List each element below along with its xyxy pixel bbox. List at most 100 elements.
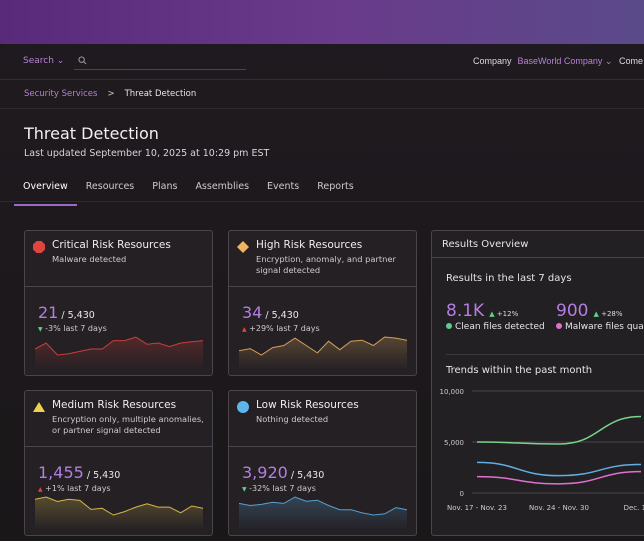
y-tick-label: 5,000: [444, 439, 464, 447]
card-change: ▲ +1% last 7 days: [38, 484, 111, 493]
card-description: Encryption only, multiple anomalies, or …: [52, 414, 204, 435]
breadcrumb-separator: >: [107, 89, 115, 99]
sparkline-area: [35, 337, 203, 371]
search-icon: [78, 56, 87, 65]
card-header: Low Risk Resources Nothing detected: [229, 391, 416, 447]
app-window: Search ⌄ Company BaseWorld Company ⌄ Come…: [0, 44, 644, 541]
kpi-label: Malware files qua: [565, 322, 644, 332]
y-tick-label: 10,000: [440, 388, 465, 396]
kpi-value: 8.1K: [446, 301, 485, 321]
sparkline: [35, 336, 203, 371]
card-header: Medium Risk Resources Encryption only, m…: [25, 391, 212, 447]
card-change: ▼ -32% last 7 days: [242, 484, 316, 493]
results-overview-panel: Results Overview Results in the last 7 d…: [431, 230, 644, 536]
trend-up-icon: ▲: [38, 486, 43, 493]
sparkline-area: [239, 337, 407, 371]
page-title: Threat Detection: [24, 124, 159, 143]
circle-icon: [237, 401, 249, 413]
kpi-change: ▲ +12%: [489, 310, 519, 318]
company-value: BaseWorld Company: [517, 56, 603, 66]
count-total: / 5,430: [61, 310, 95, 321]
card-description: Malware detected: [52, 254, 127, 264]
series-line-0: [476, 415, 642, 445]
hexagon-icon: [33, 241, 45, 253]
divider: [0, 108, 644, 109]
y-tick-label: 0: [460, 490, 464, 498]
tab-assemblies[interactable]: Assemblies: [186, 180, 258, 206]
kpi-label: Clean files detected: [455, 322, 545, 332]
search-input[interactable]: [74, 52, 246, 70]
breadcrumb: Security Services > Threat Detection: [24, 89, 196, 99]
change-text: +1% last 7 days: [45, 484, 111, 493]
x-tick-label: Dec. 1 - D: [624, 504, 644, 512]
change-text: -32% last 7 days: [249, 484, 316, 493]
breadcrumb-current: Threat Detection: [124, 89, 197, 99]
chevron-down-icon: ⌄: [56, 56, 65, 66]
trend-down-icon: ▼: [38, 326, 43, 333]
tab-events[interactable]: Events: [258, 180, 308, 206]
trend-chart: 0 5,000 10,000 Nov. 17 - Nov. 23 Nov. 24 - N…: [440, 388, 644, 512]
series-line-2: [476, 470, 642, 485]
risk-card[interactable]: High Risk Resources Encryption, anomaly,…: [228, 230, 417, 376]
results-subtitle: Results in the last 7 days: [446, 273, 572, 284]
count-value: 3,920: [242, 463, 288, 482]
legend-dot: [446, 323, 452, 329]
card-title: High Risk Resources: [256, 239, 363, 251]
tab-resources[interactable]: Resources: [77, 180, 144, 206]
sparkline: [35, 496, 203, 531]
header-link[interactable]: Come: [619, 56, 643, 66]
card-change: ▼ -3% last 7 days: [38, 324, 107, 333]
card-title: Critical Risk Resources: [52, 239, 171, 251]
tab-bar: Overview Resources Plans Assemblies Even…: [14, 180, 363, 206]
kpi-value: 900: [556, 301, 589, 321]
triangle-icon: [33, 402, 45, 412]
count-total: / 5,430: [265, 310, 299, 321]
card-count: 1,455 / 5,430: [38, 463, 120, 482]
risk-card[interactable]: Medium Risk Resources Encryption only, m…: [24, 390, 213, 536]
company-label: Company: [473, 56, 512, 66]
panel-title: Results Overview: [432, 231, 644, 258]
trend-up-icon: ▲: [242, 326, 247, 333]
kpi-malware-files: 900 ▲ +28% Malware files qua: [556, 301, 644, 332]
change-text: +29% last 7 days: [249, 324, 320, 333]
count-total: / 5,430: [290, 470, 325, 481]
risk-card[interactable]: Critical Risk Resources Malware detected…: [24, 230, 213, 376]
company-dropdown[interactable]: BaseWorld Company ⌄: [518, 56, 613, 66]
x-tick-label: Nov. 24 - Nov. 30: [529, 504, 589, 512]
diamond-icon: [237, 241, 249, 253]
card-change: ▲ +29% last 7 days: [242, 324, 320, 333]
card-header: Critical Risk Resources Malware detected: [25, 231, 212, 287]
sparkline: [239, 336, 407, 371]
change-text: -3% last 7 days: [45, 324, 107, 333]
tab-reports[interactable]: Reports: [308, 180, 362, 206]
divider: [446, 354, 644, 355]
card-description: Encryption, anomaly, and partner signal …: [256, 254, 396, 275]
divider: [0, 201, 644, 202]
last-updated: Last updated September 10, 2025 at 10:29…: [24, 148, 270, 159]
count-value: 1,455: [38, 463, 84, 482]
card-count: 34 / 5,430: [242, 303, 299, 322]
card-title: Low Risk Resources: [256, 399, 359, 411]
top-bar: Search ⌄ Company BaseWorld Company ⌄ Come: [0, 44, 644, 80]
tab-plans[interactable]: Plans: [143, 180, 186, 206]
card-description: Nothing detected: [256, 414, 329, 424]
count-value: 34: [242, 303, 263, 322]
breadcrumb-parent[interactable]: Security Services: [24, 89, 97, 99]
trend-down-icon: ▼: [242, 486, 247, 493]
count-value: 21: [38, 303, 59, 322]
risk-card[interactable]: Low Risk Resources Nothing detected 3,92…: [228, 390, 417, 536]
search-scope-dropdown[interactable]: Search ⌄: [23, 56, 64, 66]
sparkline-area: [35, 497, 203, 531]
card-count: 3,920 / 5,430: [242, 463, 324, 482]
tab-overview[interactable]: Overview: [14, 180, 77, 206]
search-label: Search: [23, 56, 54, 66]
count-total: / 5,430: [86, 470, 121, 481]
card-header: High Risk Resources Encryption, anomaly,…: [229, 231, 416, 287]
sparkline: [239, 496, 407, 531]
top-banner: [0, 0, 644, 44]
kpi-change: ▲ +28%: [593, 310, 623, 318]
card-count: 21 / 5,430: [38, 303, 95, 322]
legend-dot: [556, 323, 562, 329]
kpi-clean-files: 8.1K ▲ +12% Clean files detected: [446, 301, 545, 332]
card-title: Medium Risk Resources: [52, 399, 177, 411]
